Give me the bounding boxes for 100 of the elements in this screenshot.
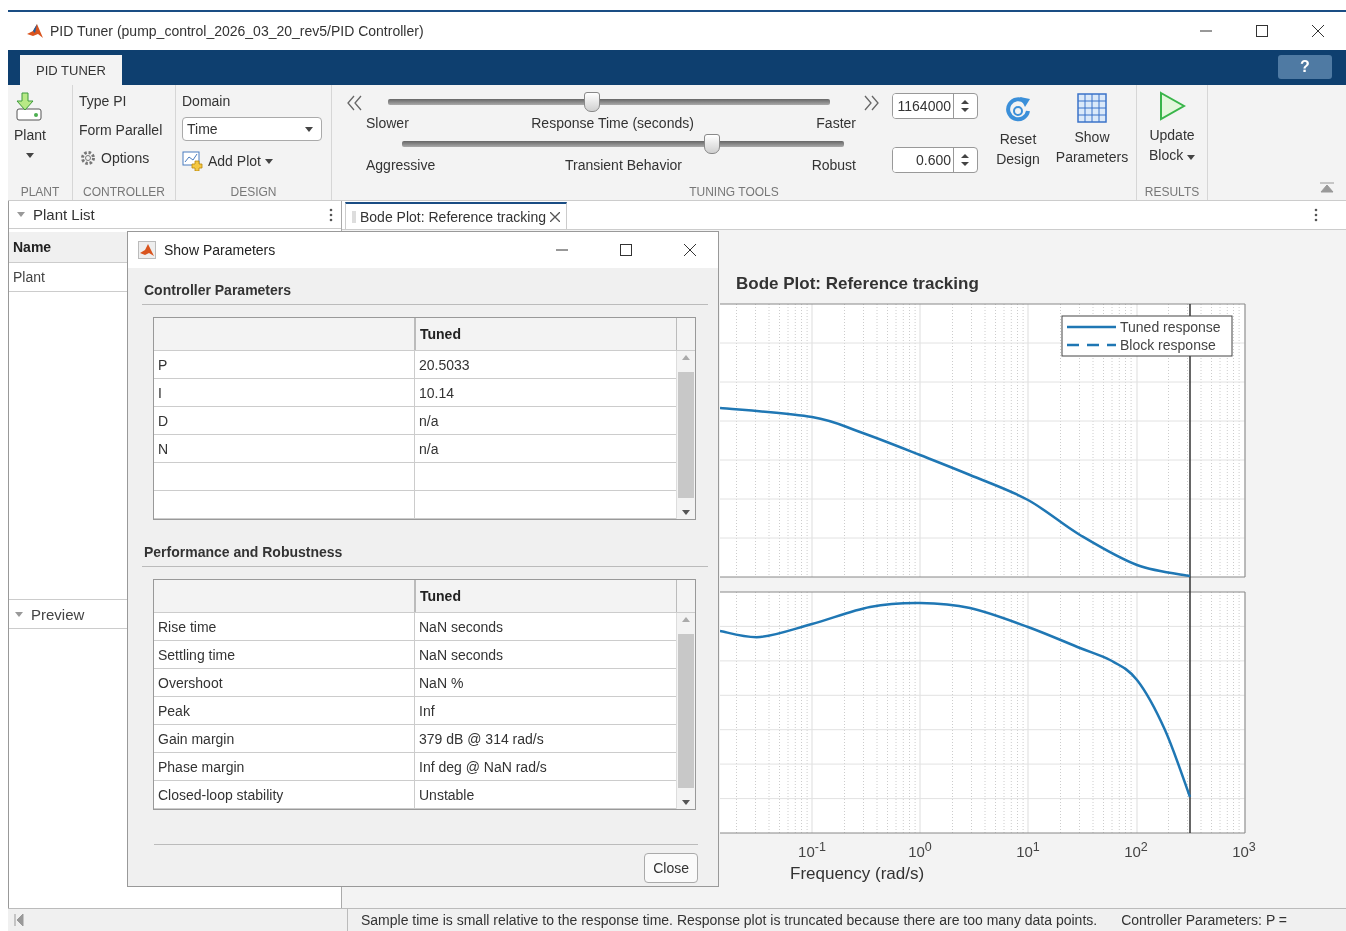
table-cell: Phase margin: [154, 753, 415, 780]
close-icon: [684, 244, 696, 256]
table-cell: Gain margin: [154, 725, 415, 752]
help-button[interactable]: ?: [1278, 55, 1332, 79]
table-cell: Closed-loop stability: [154, 781, 415, 808]
scroll-up-icon: [682, 617, 690, 622]
slider-title: Response Time (seconds): [531, 115, 694, 131]
table-cell-text: 10.14: [418, 383, 456, 403]
table-cell-text: NaN seconds: [418, 617, 505, 637]
table-cell: N: [154, 435, 415, 462]
slider-thumb[interactable]: [584, 92, 601, 112]
ribbon-tab[interactable]: PID TUNER: [20, 55, 122, 85]
close-icon: [1312, 25, 1324, 37]
double-chevron-left-icon[interactable]: [346, 95, 362, 111]
caret-icon: [305, 126, 313, 132]
document-tab[interactable]: Bode Plot: Reference tracking: [345, 202, 567, 229]
maximize-icon: [620, 244, 632, 256]
caret-icon: [1187, 155, 1196, 160]
close-dialog-button[interactable]: Close: [644, 853, 698, 883]
slider-min-label: Slower: [366, 115, 409, 131]
gear-icon: [79, 149, 97, 167]
domain-label: Domain: [182, 92, 232, 111]
more-icon[interactable]: [329, 207, 333, 222]
spinner-field[interactable]: 1164000: [892, 93, 978, 119]
play-icon: [1158, 91, 1186, 121]
table-cell-text: Unstable: [418, 785, 476, 805]
column-header: Tuned: [415, 580, 676, 612]
table-cell: Overshoot: [154, 669, 415, 696]
window-title: PID Tuner (pump_control_2026_03_20_rev5/PID Controller): [50, 23, 425, 39]
chart-plus-icon: [182, 151, 204, 171]
axis-tick-label: 10$^{1}$: [1015, 840, 1041, 860]
slider-min-label: Aggressive: [366, 157, 436, 173]
app-logo-icon: [26, 22, 44, 40]
axis-tick-label: 10$^{0}$: [907, 840, 933, 860]
double-chevron-right-icon[interactable]: [864, 95, 880, 111]
domain-dropdown[interactable]: Time: [182, 117, 322, 141]
table-cell-text: NaN %: [418, 673, 465, 693]
close-icon[interactable]: [550, 211, 560, 222]
section-label: DESIGN: [229, 184, 278, 200]
chart-title: Bode Plot: Reference tracking: [735, 274, 980, 295]
axis-tick-label: 10$^{-1}$: [797, 840, 827, 860]
table-cell-text: NaN seconds: [418, 645, 505, 665]
scroll-up-icon: [682, 355, 690, 360]
axis-label: Frequency (rad/s): [790, 864, 926, 884]
chart-legend: Tuned response Block response: [1061, 315, 1233, 357]
add-plot-button[interactable]: Add Plot: [182, 151, 322, 171]
update-block-button[interactable]: Update Block: [1143, 91, 1201, 184]
status-message: Sample time is small relative to the response time. Response plot is truncated because there are too many data points.: [360, 912, 1098, 928]
spinner-field[interactable]: 0.600: [892, 147, 978, 173]
caret-icon: [26, 153, 34, 158]
section-label: PLANT: [19, 184, 61, 200]
column-header: Tuned: [415, 318, 676, 350]
maximize-icon: [1256, 25, 1268, 37]
slider-max-label: Robust: [811, 157, 856, 173]
controller-form-label: Form Parallel: [79, 121, 163, 140]
section-label: RESULTS: [1143, 184, 1201, 200]
scroll-down-icon: [682, 800, 690, 805]
collapse-caret-icon[interactable]: [17, 212, 25, 217]
skip-to-start-icon[interactable]: [14, 914, 24, 926]
axis-tick-label: 10$^{2}$: [1123, 840, 1149, 860]
table-cell: Rise time: [154, 613, 415, 640]
table-cell-text: n/a: [418, 411, 440, 431]
section-label: CONTROLLER: [82, 184, 166, 200]
table-cell-text: 379 dB @ 314 rad/s: [418, 729, 545, 749]
section-title: Performance and Robustness: [142, 544, 708, 567]
plant-button[interactable]: Plant: [14, 91, 46, 184]
scroll-down-icon: [682, 510, 690, 515]
table-cell: D: [154, 407, 415, 434]
collapse-caret-icon[interactable]: [15, 611, 23, 617]
table-cell: I: [154, 379, 415, 406]
drag-handle-icon: [352, 210, 356, 223]
collapse-ribbon-icon[interactable]: [1320, 182, 1334, 194]
table-cell-text: Inf deg @ NaN rad/s: [418, 757, 548, 777]
table-cell-text: Inf: [418, 701, 436, 721]
app-logo-icon: [138, 241, 156, 259]
table-grid-icon: [1077, 93, 1107, 123]
slider-title: Transient Behavior: [564, 157, 682, 173]
dialog-title: Show Parameters: [164, 242, 277, 258]
table-cell-text: n/a: [418, 439, 440, 459]
panel-title: Preview: [31, 605, 85, 623]
more-icon[interactable]: [1314, 208, 1318, 222]
scrollbar[interactable]: [676, 613, 695, 809]
slider-max-label: Faster: [816, 115, 856, 131]
panel-title: Plant List: [33, 206, 96, 223]
slider-thumb[interactable]: [704, 134, 721, 154]
section-title: Controller Parameters: [142, 282, 708, 305]
table-cell: Peak: [154, 697, 415, 724]
controller-type-label: Type PI: [79, 92, 128, 111]
axis-tick-label: 10$^{3}$: [1231, 840, 1257, 860]
options-button[interactable]: Options: [79, 149, 163, 167]
show-parameters-button[interactable]: Show Parameters: [1058, 93, 1126, 167]
status-text: Controller Parameters: P =: [1120, 912, 1288, 928]
spin-arrows-icon: [960, 98, 970, 114]
spin-arrows-icon: [960, 152, 970, 168]
section-label: TUNING TOOLS: [688, 184, 780, 200]
scrollbar[interactable]: [676, 351, 695, 519]
table-cell-text: 20.5033: [418, 355, 471, 375]
reset-design-button[interactable]: Reset Design: [984, 93, 1052, 169]
table-cell: P: [154, 351, 415, 378]
caret-icon: [264, 158, 273, 164]
